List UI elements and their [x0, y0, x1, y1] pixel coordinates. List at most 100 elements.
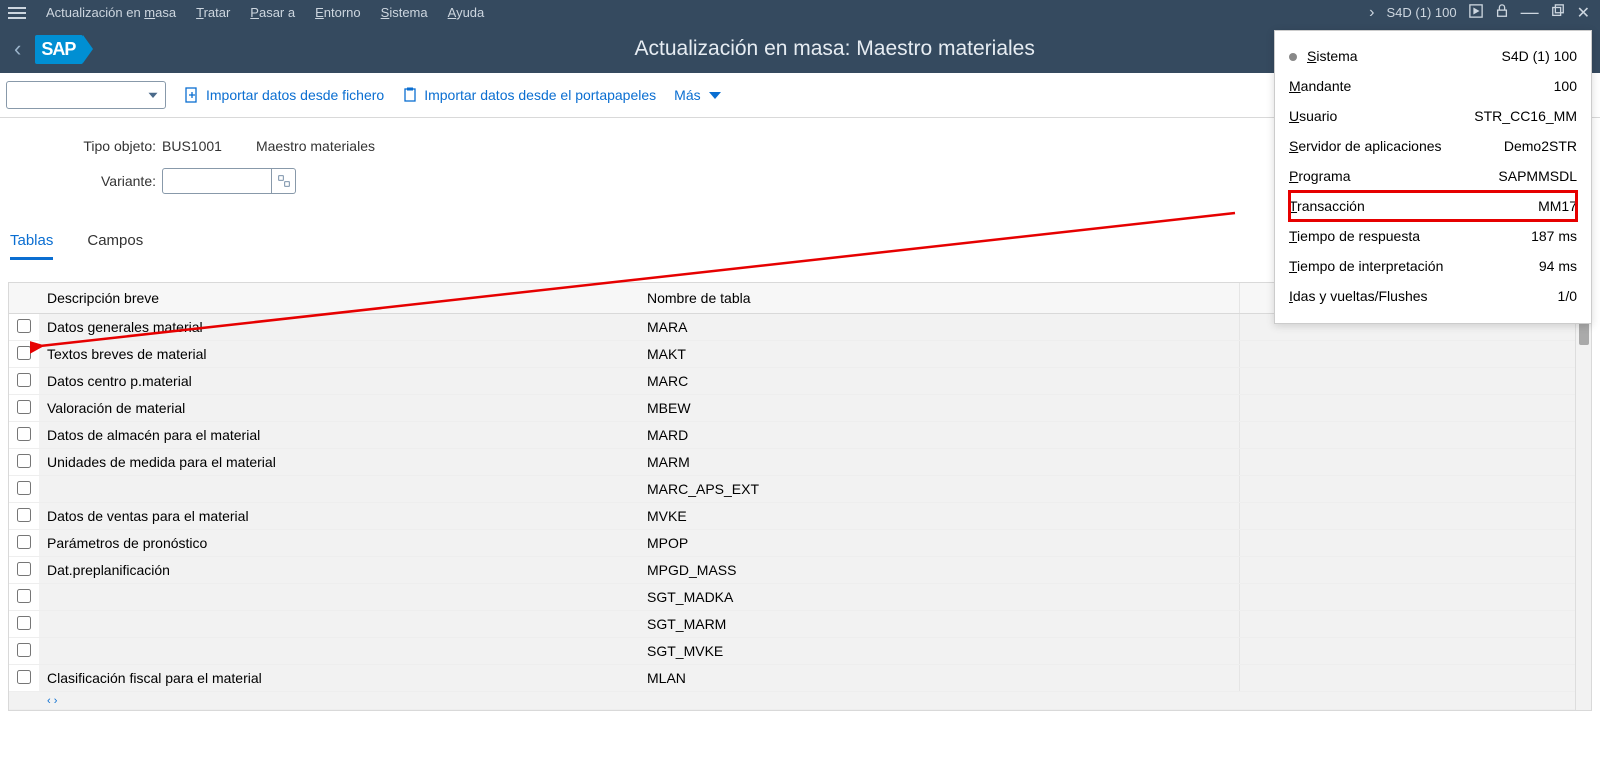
row-desc	[39, 584, 639, 611]
row-spacer	[1239, 557, 1591, 584]
row-spacer	[1239, 341, 1591, 368]
more-label: Más	[674, 87, 700, 103]
row-spacer	[1239, 584, 1591, 611]
status-label: Servidor de aplicaciones	[1289, 138, 1442, 154]
more-button[interactable]: Más	[674, 87, 722, 103]
status-row: Programa SAPMMSDL	[1289, 161, 1577, 191]
row-name: MARA	[639, 314, 1239, 341]
row-desc: Dat.preplanificación	[39, 557, 639, 584]
table-row[interactable]: Datos de ventas para el materialMVKE	[9, 503, 1591, 530]
chevron-down-icon	[707, 87, 723, 103]
status-label: Transacción	[1289, 198, 1365, 214]
status-value: Demo2STR	[1504, 138, 1577, 154]
chevron-right-icon[interactable]: ›	[1369, 4, 1374, 22]
status-row: Tiempo de interpretación94 ms	[1289, 251, 1577, 281]
status-value: 100	[1554, 78, 1577, 94]
row-checkbox[interactable]	[17, 427, 31, 441]
row-checkbox[interactable]	[17, 643, 31, 657]
row-checkbox[interactable]	[17, 508, 31, 522]
system-status-popup: SistemaS4D (1) 100Mandante100UsuarioSTR_…	[1274, 30, 1592, 324]
row-checkbox[interactable]	[17, 373, 31, 387]
row-name: SGT_MARM	[639, 611, 1239, 638]
row-checkbox[interactable]	[17, 346, 31, 360]
row-name: MARD	[639, 422, 1239, 449]
restore-icon[interactable]	[1551, 4, 1565, 21]
minimize-icon[interactable]: —	[1521, 2, 1539, 23]
status-row: SistemaS4D (1) 100	[1289, 41, 1577, 71]
col-name-header[interactable]: Nombre de tabla	[639, 283, 1239, 314]
status-label: Sistema	[1289, 48, 1358, 64]
tab-tablas[interactable]: Tablas	[10, 226, 53, 260]
select-all-header[interactable]	[9, 283, 39, 314]
table-row[interactable]: Datos de almacén para el materialMARD	[9, 422, 1591, 449]
status-row: Servidor de aplicaciones Demo2STR	[1289, 131, 1577, 161]
row-checkbox[interactable]	[17, 589, 31, 603]
table-row[interactable]: SGT_MARM	[9, 611, 1591, 638]
row-checkbox[interactable]	[17, 400, 31, 414]
row-desc	[39, 476, 639, 503]
row-checkbox[interactable]	[17, 319, 31, 333]
hscroll-left[interactable]: ‹ ›	[39, 692, 1591, 710]
row-desc	[39, 638, 639, 665]
status-row: UsuarioSTR_CC16_MM	[1289, 101, 1577, 131]
table-row[interactable]: Dat.preplanificaciónMPGD_MASS	[9, 557, 1591, 584]
tab-campos[interactable]: Campos	[87, 226, 143, 260]
variant-valuehelp-button[interactable]	[272, 168, 296, 194]
row-checkbox[interactable]	[17, 454, 31, 468]
table-row[interactable]: SGT_MADKA	[9, 584, 1591, 611]
status-label: Usuario	[1289, 108, 1337, 124]
row-checkbox[interactable]	[17, 562, 31, 576]
menu-mass-update[interactable]: Actualización en masa	[36, 5, 186, 20]
menu-ayuda[interactable]: Ayuda	[438, 5, 495, 20]
row-checkbox[interactable]	[17, 535, 31, 549]
command-field[interactable]	[6, 81, 166, 109]
row-name: MLAN	[639, 665, 1239, 692]
row-name: MARC	[639, 368, 1239, 395]
status-label: Tiempo de interpretación	[1289, 258, 1443, 274]
hamburger-icon[interactable]	[8, 4, 26, 22]
menu-entorno[interactable]: Entorno	[305, 5, 371, 20]
row-checkbox[interactable]	[17, 616, 31, 630]
row-name: MARM	[639, 449, 1239, 476]
table-row[interactable]: Clasificación fiscal para el materialMLA…	[9, 665, 1591, 692]
table-row[interactable]: Datos centro p.materialMARC	[9, 368, 1591, 395]
table-row[interactable]: Textos breves de materialMAKT	[9, 341, 1591, 368]
table-row[interactable]: Valoración de materialMBEW	[9, 395, 1591, 422]
variant-input[interactable]	[162, 168, 272, 194]
lock-icon[interactable]	[1495, 4, 1509, 21]
row-desc: Clasificación fiscal para el material	[39, 665, 639, 692]
menu-pasar-a[interactable]: Pasar a	[240, 5, 305, 20]
status-label: Idas y vueltas/Flushes	[1289, 288, 1428, 304]
new-window-icon[interactable]	[1469, 4, 1483, 21]
row-spacer	[1239, 368, 1591, 395]
import-file-label: Importar datos desde fichero	[206, 87, 384, 103]
table-row[interactable]: MARC_APS_EXT	[9, 476, 1591, 503]
table-row[interactable]: SGT_MVKE	[9, 638, 1591, 665]
sap-logo: SAP	[35, 35, 83, 64]
import-file-button[interactable]: Importar datos desde fichero	[184, 87, 384, 103]
status-label: Programa	[1289, 168, 1350, 184]
status-label: Tiempo de respuesta	[1289, 228, 1420, 244]
row-checkbox[interactable]	[17, 481, 31, 495]
vertical-scrollbar[interactable]	[1575, 313, 1591, 710]
col-desc-header[interactable]: Descripción breve	[39, 283, 639, 314]
row-checkbox[interactable]	[17, 670, 31, 684]
import-clipboard-label: Importar datos desde el portapapeles	[424, 87, 656, 103]
row-spacer	[1239, 449, 1591, 476]
table-row[interactable]: Parámetros de pronósticoMPOP	[9, 530, 1591, 557]
row-spacer	[1239, 503, 1591, 530]
table-row[interactable]: Unidades de medida para el materialMARM	[9, 449, 1591, 476]
back-button[interactable]: ‹	[14, 36, 21, 62]
menu-tratar[interactable]: Tratar	[186, 5, 240, 20]
status-value: 1/0	[1558, 288, 1577, 304]
system-id: S4D (1) 100	[1387, 5, 1457, 20]
status-value: SAPMMSDL	[1498, 168, 1577, 184]
row-spacer	[1239, 530, 1591, 557]
close-icon[interactable]: ✕	[1577, 3, 1590, 23]
menu-sistema[interactable]: Sistema	[371, 5, 438, 20]
row-desc: Datos generales material	[39, 314, 639, 341]
row-spacer	[1239, 476, 1591, 503]
row-desc: Textos breves de material	[39, 341, 639, 368]
import-clipboard-button[interactable]: Importar datos desde el portapapeles	[402, 87, 656, 103]
chevron-down-icon	[147, 89, 159, 101]
